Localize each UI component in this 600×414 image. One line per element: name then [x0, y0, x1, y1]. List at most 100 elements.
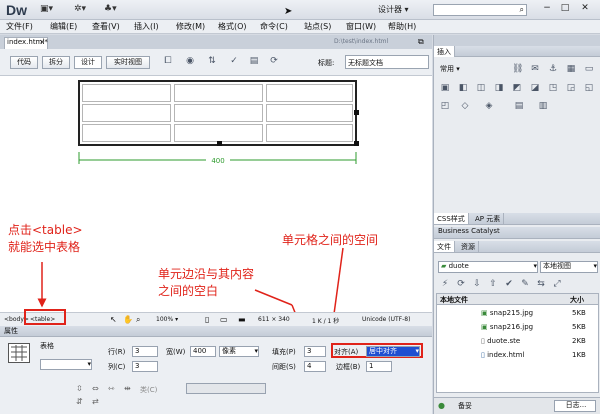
list-item[interactable]: ▯ duote.ste	[481, 337, 520, 345]
padding-input[interactable]: 3	[304, 346, 326, 357]
tab-insert[interactable]: 插入	[434, 46, 455, 57]
table-cell[interactable]	[82, 104, 171, 122]
table-cell[interactable]	[82, 124, 171, 142]
div-icon[interactable]: ▭	[584, 64, 594, 74]
window-dimensions[interactable]: 611 × 340	[258, 316, 290, 323]
list-item[interactable]: ▣ snap215.jpg	[481, 309, 533, 317]
checkout-icon[interactable]: ✔	[504, 279, 514, 289]
title-input[interactable]: 无标题文档	[345, 55, 429, 69]
connect-icon[interactable]: ⚡	[440, 279, 450, 289]
tablet-size-icon[interactable]: ▭	[220, 315, 228, 324]
resize-handle-bottom[interactable]	[217, 141, 222, 146]
menu-site[interactable]: 站点(S)	[304, 21, 331, 32]
template-icon[interactable]: ◰	[440, 101, 450, 111]
menu-window[interactable]: 窗口(W)	[346, 21, 376, 32]
site-select[interactable]: ▰ duote ▾	[438, 261, 538, 273]
class-select[interactable]	[186, 383, 266, 394]
view-select[interactable]: 本地视图 ▾	[540, 261, 598, 273]
spacing-input[interactable]: 4	[304, 361, 326, 372]
maximize-button[interactable]: □	[558, 3, 572, 15]
cols-input[interactable]: 3	[132, 361, 158, 372]
list-item[interactable]: ▯ index.html	[481, 351, 524, 359]
tab-assets[interactable]: 资源	[458, 241, 479, 252]
head-icon[interactable]: ◪	[530, 83, 540, 93]
snippet-icon[interactable]: ▥	[538, 101, 548, 111]
split-view-button[interactable]: 拆分	[42, 56, 70, 69]
code-view-button[interactable]: 代码	[10, 56, 38, 69]
sync-icon[interactable]: ⇆	[536, 279, 546, 289]
select-tool-icon[interactable]: ↖	[110, 315, 117, 324]
insert-category-select[interactable]: 常用 ▾	[440, 64, 460, 74]
image-icon[interactable]: ▣	[440, 83, 450, 93]
menu-help[interactable]: 帮助(H)	[388, 21, 416, 32]
tab-css-styles[interactable]: CSS样式	[434, 213, 469, 224]
zoom-tool-icon[interactable]: ⌕	[136, 315, 140, 325]
live-view-button[interactable]: 实时视图	[106, 56, 150, 69]
menu-commands[interactable]: 命令(C)	[260, 21, 288, 32]
log-button[interactable]: 日志...	[554, 400, 596, 412]
list-item[interactable]: ▣ snap216.jpg	[481, 323, 533, 331]
selected-table[interactable]	[78, 80, 359, 146]
hyperlink-icon[interactable]: ⛓	[512, 64, 523, 74]
browser-check-icon[interactable]: ✓	[228, 56, 240, 68]
table-cell[interactable]	[174, 124, 263, 142]
document-tab[interactable]: index.html* ×	[4, 37, 48, 49]
library-icon[interactable]: ▤	[514, 101, 524, 111]
media-icon[interactable]: ◧	[458, 83, 468, 93]
widget-icon[interactable]: ◲	[566, 83, 576, 93]
resize-handle-right[interactable]	[354, 110, 359, 115]
menu-modify[interactable]: 修改(M)	[176, 21, 205, 32]
workspace-switcher[interactable]: 设计器 ▾	[378, 4, 409, 15]
convert-pixels-icon[interactable]: ⇿	[108, 384, 115, 393]
site-icon[interactable]: ♣▾	[104, 4, 117, 15]
desktop-size-icon[interactable]: ▬	[238, 315, 246, 324]
table-cell[interactable]	[266, 84, 353, 102]
refresh-icon[interactable]: ⟳	[268, 56, 280, 68]
menu-file[interactable]: 文件(F)	[6, 21, 33, 32]
design-view-button[interactable]: 设计	[74, 56, 102, 69]
get-files-icon[interactable]: ⇩	[472, 279, 482, 289]
width-unit-select[interactable]: 像素 ▾	[219, 346, 259, 357]
table-cell[interactable]	[82, 84, 171, 102]
server-include-icon[interactable]: ◨	[494, 83, 504, 93]
minimize-button[interactable]: −	[540, 3, 554, 15]
date-icon[interactable]: ◫	[476, 83, 486, 93]
preview-icon[interactable]: ◉	[184, 56, 196, 68]
table-cell[interactable]	[266, 104, 353, 122]
menu-edit[interactable]: 编辑(E)	[50, 21, 77, 32]
comment-icon[interactable]: ◩	[512, 83, 522, 93]
put-files-icon[interactable]: ⇧	[488, 279, 498, 289]
clear-heights-icon[interactable]: ⇵	[76, 397, 83, 406]
border-input[interactable]: 1	[366, 361, 392, 372]
multiscreen-icon[interactable]: ⧠	[162, 56, 174, 68]
table-cell[interactable]	[266, 124, 353, 142]
menu-format[interactable]: 格式(O)	[218, 21, 247, 32]
search-input[interactable]: ⌕	[433, 4, 527, 16]
close-button[interactable]: ✕	[578, 3, 592, 15]
close-tab-icon[interactable]: ×	[39, 38, 45, 46]
clear-column-widths-icon[interactable]: ⇹	[124, 384, 131, 393]
width-input[interactable]: 400	[190, 346, 216, 357]
expand-icon[interactable]: ⤢	[552, 279, 562, 289]
layout-icon[interactable]: ▣▾	[40, 4, 53, 15]
extend-icon[interactable]: ✲▾	[74, 4, 86, 15]
business-catalyst-header[interactable]: Business Catalyst	[434, 227, 600, 239]
script-icon[interactable]: ◳	[548, 83, 558, 93]
clear-row-heights-icon[interactable]: ⇳	[76, 384, 83, 393]
restore-icon[interactable]: ⧉	[418, 37, 424, 47]
phone-size-icon[interactable]: ▯	[205, 315, 209, 324]
anchor-icon[interactable]: ⚓	[548, 64, 558, 74]
rows-input[interactable]: 3	[132, 346, 158, 357]
table-cell[interactable]	[174, 84, 263, 102]
refresh-files-icon[interactable]: ⟳	[456, 279, 466, 289]
resize-handle-corner[interactable]	[354, 141, 359, 146]
tab-ap-elements[interactable]: AP 元素	[472, 213, 505, 224]
email-icon[interactable]: ✉	[530, 64, 540, 74]
column-size[interactable]: 大小	[570, 295, 584, 305]
flash-icon[interactable]: ◈	[484, 101, 494, 111]
zoom-select[interactable]: 100% ▾	[156, 316, 178, 323]
file-management-icon[interactable]: ⇅	[206, 56, 218, 68]
hand-tool-icon[interactable]: ✋	[123, 315, 133, 324]
spry-icon[interactable]: ◱	[584, 83, 594, 93]
convert-widths-icon[interactable]: ⇔	[92, 384, 99, 393]
